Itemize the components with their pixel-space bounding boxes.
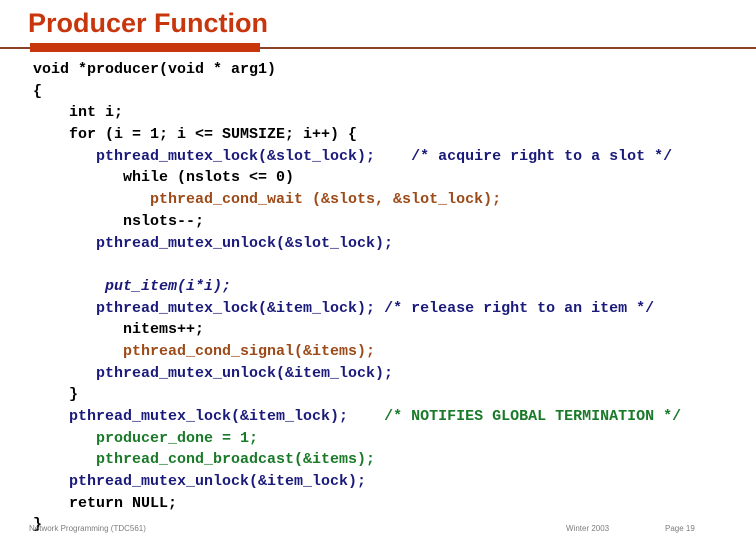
title-accent-bar (30, 43, 260, 52)
code-token: nitems++; (33, 321, 205, 339)
slide-footer: Network Programming (TDC561) Winter 2003… (0, 522, 756, 540)
code-line: put_item(i*i); (0, 276, 756, 298)
code-token: return NULL; (33, 494, 178, 512)
code-line: return NULL; (0, 493, 756, 515)
code-line: nslots--; (0, 211, 756, 233)
code-line: pthread_mutex_lock(&item_lock); /* relea… (0, 298, 756, 320)
code-line: } (0, 384, 756, 406)
footer-course-label: Network Programming (TDC561) (29, 524, 146, 533)
code-line: { (0, 81, 756, 103)
code-token: pthread_mutex_unlock(&item_lock); (33, 364, 394, 382)
code-token: } (33, 386, 79, 404)
code-token: pthread_cond_broadcast(&items); (33, 451, 376, 469)
code-line: nitems++; (0, 319, 756, 341)
code-line: pthread_cond_wait (&slots, &slot_lock); (0, 189, 756, 211)
code-token: nslots--; (33, 212, 205, 230)
code-line: pthread_mutex_unlock(&item_lock); (0, 471, 756, 493)
code-token: void *producer(void * arg1) (33, 61, 277, 78)
code-token: pthread_mutex_unlock(&item_lock); (33, 473, 367, 491)
code-line: pthread_cond_broadcast(&items); (0, 449, 756, 471)
code-line: pthread_mutex_lock(&item_lock); /* NOTIF… (0, 406, 756, 428)
footer-page-number: Page 19 (665, 524, 695, 533)
code-line: pthread_mutex_unlock(&slot_lock); (0, 233, 756, 255)
code-line: pthread_mutex_lock(&slot_lock); /* acqui… (0, 146, 756, 168)
code-token: pthread_mutex_lock(&item_lock); (33, 299, 376, 317)
code-line: void *producer(void * arg1) (0, 59, 756, 81)
code-token: pthread_mutex_unlock(&slot_lock); (33, 234, 394, 252)
code-token: /* release right to an item */ (375, 299, 655, 317)
code-line: for (i = 1; i <= SUMSIZE; i++) { (0, 124, 756, 146)
code-token: producer_done = 1; (33, 429, 259, 447)
code-token: pthread_mutex_lock(&item_lock); (33, 408, 349, 425)
code-token: pthread_mutex_lock(&slot_lock); (33, 147, 376, 165)
page-title: Producer Function (28, 8, 269, 38)
code-line: while (nslots <= 0) (0, 167, 756, 189)
code-line: pthread_cond_signal(&items); (0, 341, 756, 363)
code-token: while (nslots <= 0) (33, 169, 295, 187)
code-token: /* NOTIFIES GLOBAL TERMINATION */ (348, 408, 682, 425)
code-token: /* acquire right to a slot */ (375, 147, 673, 165)
footer-term-label: Winter 2003 (566, 524, 610, 533)
code-token: put_item(i*i); (33, 277, 232, 295)
code-line: producer_done = 1; (0, 428, 756, 450)
code-token: for (i = 1; i <= SUMSIZE; i++) { (33, 126, 358, 144)
code-block: void *producer(void * arg1) { int i; for … (0, 59, 756, 533)
code-token: { (33, 82, 43, 100)
code-token: int i; (33, 104, 124, 122)
code-token: pthread_cond_signal(&items); (33, 342, 376, 360)
code-token: pthread_cond_wait (&slots, &slot_lock); (33, 191, 502, 209)
code-line: int i; (0, 102, 756, 124)
code-line: pthread_mutex_unlock(&item_lock); (0, 363, 756, 385)
